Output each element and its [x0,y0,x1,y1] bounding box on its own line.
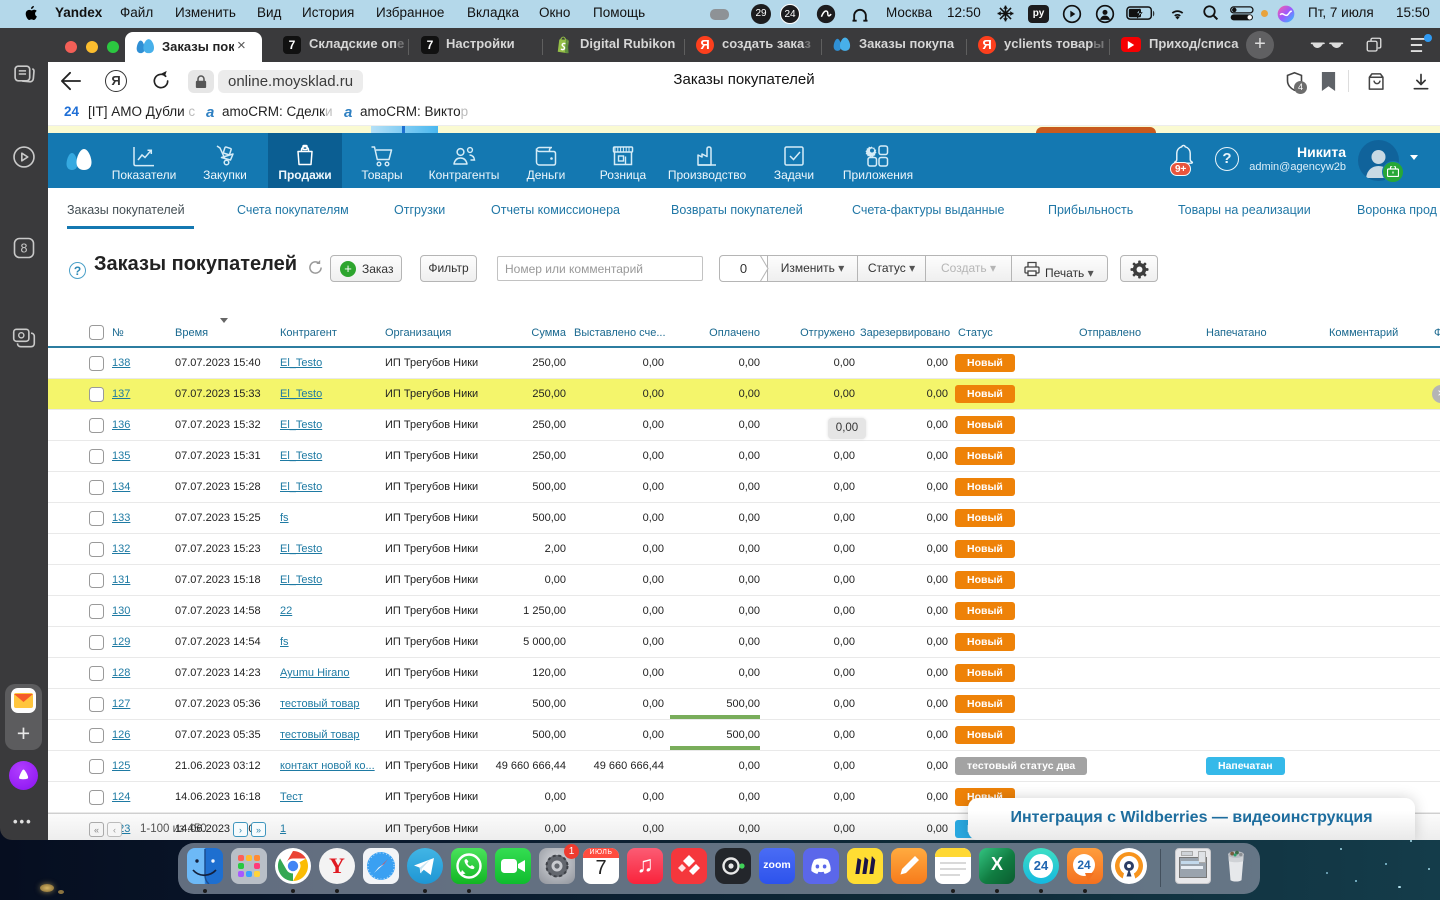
svg-text:8: 8 [21,242,28,256]
